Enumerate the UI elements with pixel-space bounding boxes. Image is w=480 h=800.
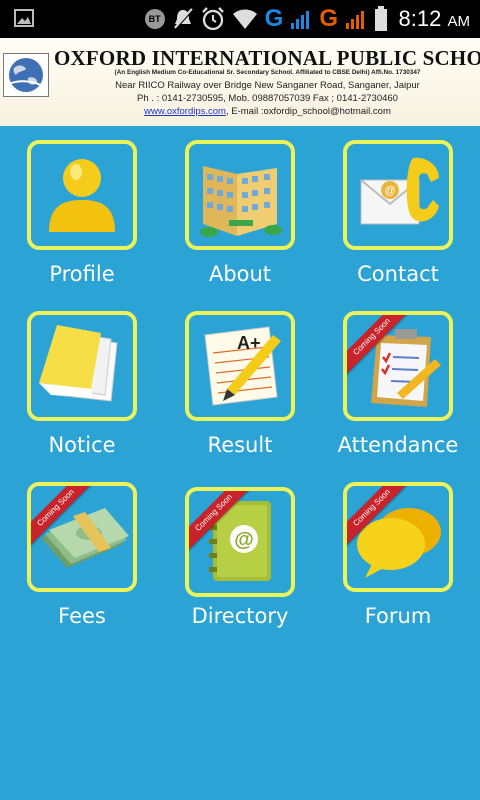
profile-tile[interactable]: Profile <box>4 140 160 310</box>
tile-label: Forum <box>364 604 432 628</box>
envelope-phone-icon[interactable]: @ <box>343 140 453 250</box>
tile-label: Contact <box>357 262 439 286</box>
signal-icon <box>291 11 310 29</box>
tile-label: Directory <box>191 604 289 628</box>
school-email: , E-mail :oxfordip_school@hotmail.com <box>225 106 391 117</box>
image-icon <box>14 9 34 32</box>
money-icon[interactable]: Coming Soon <box>27 482 137 592</box>
battery-icon <box>375 6 387 31</box>
tile-label: Result <box>207 433 273 457</box>
signal-icon-2 <box>346 11 364 29</box>
network-type-label: G <box>264 5 284 32</box>
chat-bubbles-icon[interactable]: Coming Soon <box>343 482 453 592</box>
school-phone: Ph . : 0141-2730595, Mob. 09887057039 Fa… <box>137 93 398 104</box>
notepad-icon[interactable] <box>27 311 137 421</box>
tile-label: About <box>208 262 272 286</box>
forum-tile[interactable]: Coming Soon Forum <box>320 482 476 652</box>
notice-tile[interactable]: Notice <box>4 311 160 481</box>
network-type-label-2: G <box>319 5 338 32</box>
tile-label: Profile <box>49 262 115 286</box>
school-header: OXFORD INTERNATIONAL PUBLIC SCHOOL (An E… <box>0 38 480 126</box>
bluetooth-icon: BT <box>144 9 165 29</box>
website-link[interactable]: www.oxfordips.com <box>144 106 226 117</box>
mute-icon <box>173 8 194 30</box>
alarm-icon <box>201 7 224 31</box>
school-affiliation: (An English Medium Co-Educational Sr. Se… <box>114 69 421 76</box>
person-icon[interactable] <box>27 140 137 250</box>
attendance-tile[interactable]: Coming Soon Attendance <box>320 311 476 481</box>
globe-logo-icon <box>3 53 49 97</box>
result-tile[interactable]: A+ Result <box>162 311 318 481</box>
about-tile[interactable]: About <box>162 140 318 310</box>
svg-text:@: @ <box>384 185 395 197</box>
tile-label: Fees <box>58 604 106 628</box>
wifi-icon <box>232 9 257 29</box>
tile-label: Notice <box>48 433 116 457</box>
address-book-icon[interactable]: @ Coming Soon <box>185 487 295 597</box>
status-bar: BT G G 8:12 AM <box>0 0 480 38</box>
building-icon[interactable] <box>185 140 295 250</box>
clipboard-icon[interactable]: Coming Soon <box>343 311 453 421</box>
svg-text:@: @ <box>234 529 254 551</box>
school-name: OXFORD INTERNATIONAL PUBLIC SCHOOL <box>54 46 480 70</box>
svg-text:A+: A+ <box>237 333 261 353</box>
contact-tile[interactable]: @ Contact <box>320 140 476 310</box>
directory-tile[interactable]: @ Coming Soon Directory <box>162 482 318 652</box>
grade-sheet-icon[interactable]: A+ <box>185 311 295 421</box>
clock: 8:12 AM <box>398 6 470 31</box>
fees-tile[interactable]: Coming Soon Fees <box>4 482 160 652</box>
school-web-line: www.oxfordips.com, E-mail :oxfordip_scho… <box>60 106 475 117</box>
school-address: Near RIICO Railway over Bridge New Sanga… <box>115 80 420 91</box>
tile-label: Attendance <box>337 433 459 457</box>
